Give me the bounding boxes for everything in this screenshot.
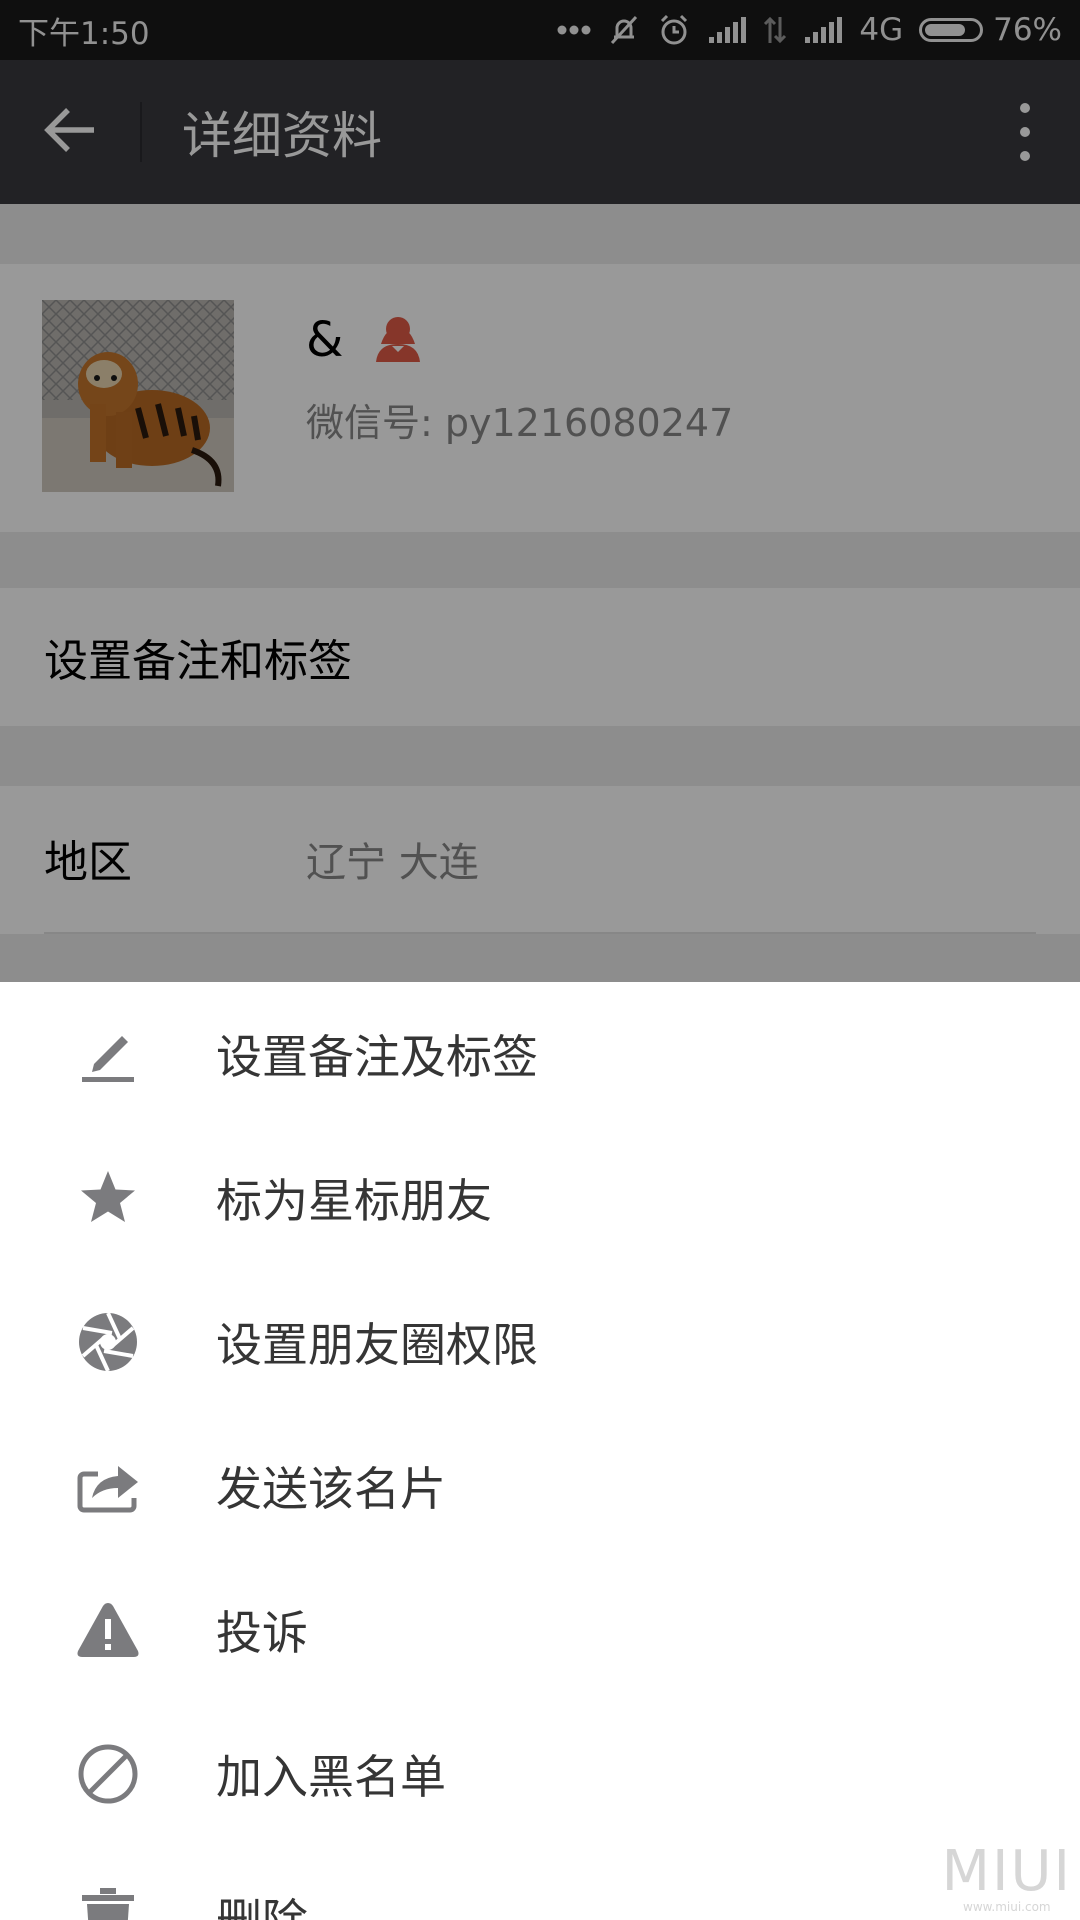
menu-item-label: 设置备注及标签 [216, 1030, 538, 1084]
menu-item-star-friend[interactable]: 标为星标朋友 [0, 1126, 1080, 1270]
aperture-icon [0, 1270, 216, 1414]
menu-item-report[interactable]: 投诉 [0, 1558, 1080, 1702]
miui-watermark: MIUI www.miui.com [941, 1839, 1072, 1915]
menu-item-set-remark[interactable]: 设置备注及标签 [0, 982, 1080, 1126]
menu-item-label: 标为星标朋友 [216, 1174, 492, 1228]
share-icon [0, 1414, 216, 1558]
menu-item-send-card[interactable]: 发送该名片 [0, 1414, 1080, 1558]
menu-item-label: 删除 [216, 1885, 308, 1920]
menu-item-delete[interactable]: 删除 [0, 1846, 1080, 1920]
screen: 下午1:50 4G 76% 详细资料 & 微信号: py1216080247 设… [0, 0, 1080, 1920]
warning-icon [0, 1558, 216, 1702]
miui-logo: MIUI [941, 1839, 1072, 1904]
pencil-icon [0, 982, 216, 1126]
menu-item-label: 设置朋友圈权限 [216, 1318, 538, 1372]
menu-item-blacklist[interactable]: 加入黑名单 [0, 1702, 1080, 1846]
star-icon [0, 1126, 216, 1270]
menu-item-label: 投诉 [216, 1606, 308, 1660]
menu-item-label: 发送该名片 [216, 1462, 446, 1516]
menu-item-label: 加入黑名单 [216, 1750, 446, 1804]
menu-item-moments-permission[interactable]: 设置朋友圈权限 [0, 1270, 1080, 1414]
action-sheet: 设置备注及标签 标为星标朋友 设置朋友圈权限 发送该名片 投诉 加入黑名单 [0, 982, 1080, 1920]
trash-icon [0, 1846, 216, 1920]
block-icon [0, 1702, 216, 1846]
